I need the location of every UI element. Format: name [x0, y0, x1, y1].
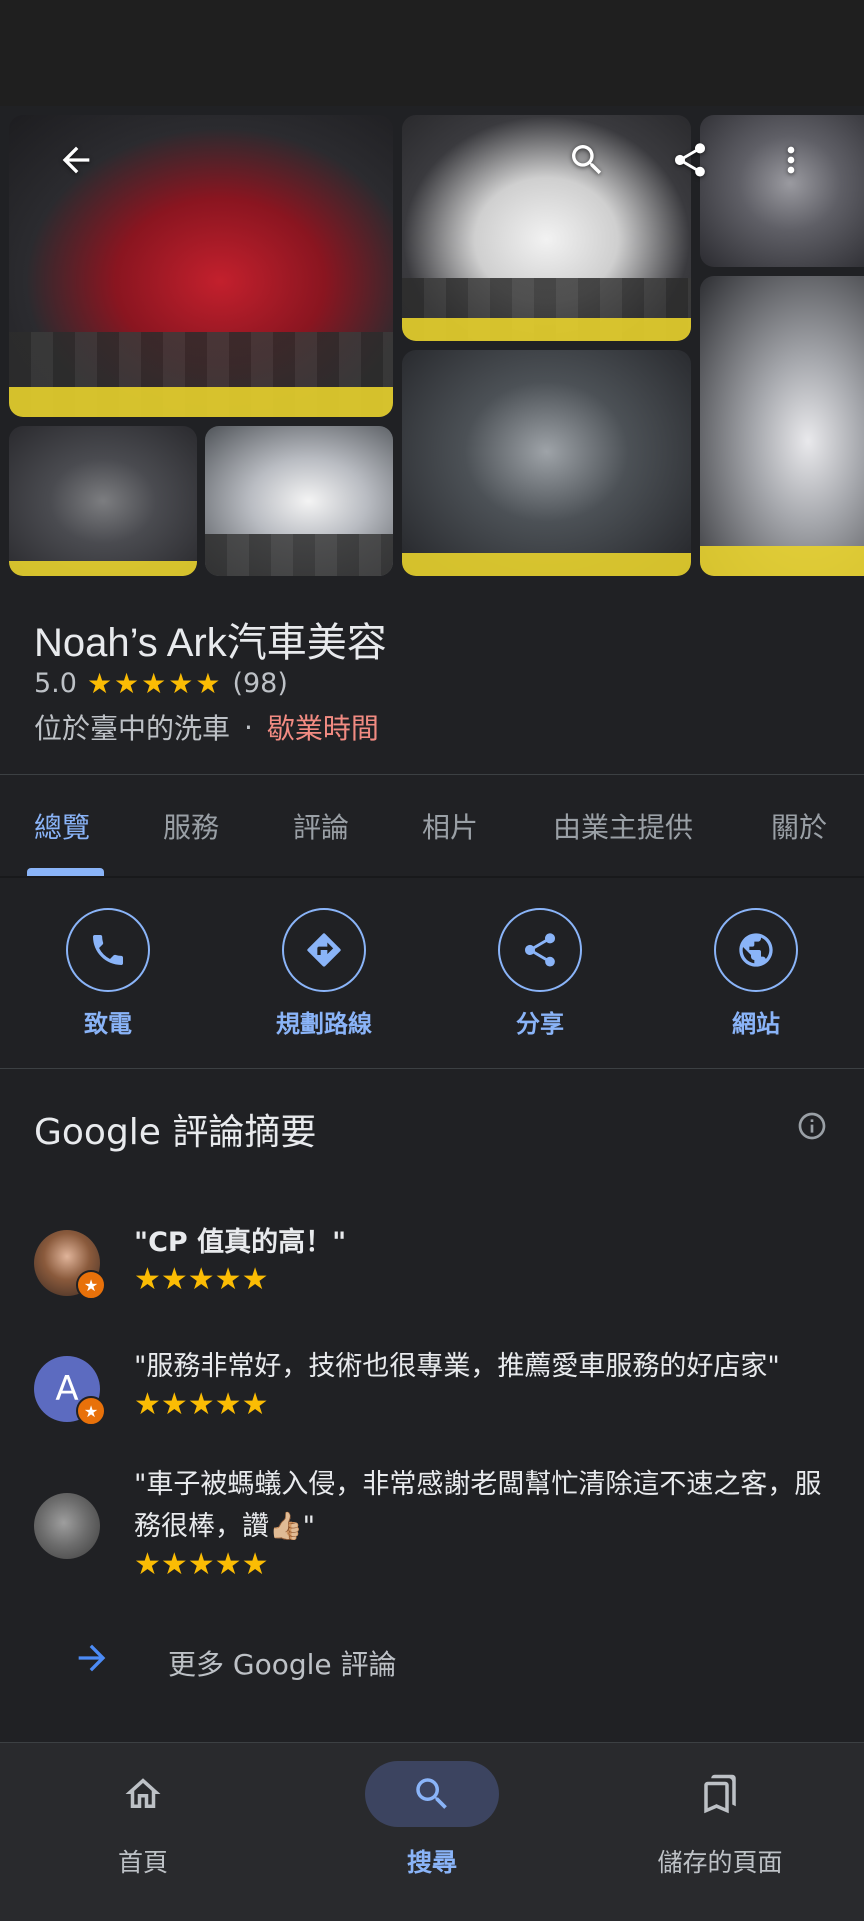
directions-circle: [282, 908, 366, 992]
more-reviews-link[interactable]: 更多 Google 評論: [168, 1643, 397, 1683]
photo-white-suv[interactable]: [700, 276, 864, 576]
photo-gray-sedan[interactable]: [9, 426, 197, 576]
website-label: 網站: [732, 1010, 780, 1038]
share-icon: [674, 143, 706, 177]
review-stars: ★★★★★: [134, 1387, 269, 1422]
tab-reviews[interactable]: 評論: [293, 806, 349, 846]
category-row: 位於臺中的洗車 · 歇業時間: [34, 707, 379, 747]
tab-indicator: [27, 868, 104, 876]
nav-home-label: 首頁: [117, 1848, 168, 1877]
avatar: [34, 1493, 100, 1559]
rating-value: 5.0: [34, 668, 77, 699]
more-options-button[interactable]: [763, 132, 819, 188]
nav-home[interactable]: 首頁: [43, 1761, 243, 1879]
local-guide-badge-icon: ★: [76, 1270, 106, 1300]
place-category: 位於臺中的洗車: [34, 712, 231, 745]
bookmarks-icon: [704, 1774, 736, 1814]
divider: [0, 876, 864, 878]
avatar-photo: [34, 1493, 100, 1559]
nav-search-pill: [365, 1761, 499, 1827]
search-icon: [416, 1778, 447, 1809]
rating-row[interactable]: 5.0 ★★★★★ (98): [34, 667, 288, 700]
more-reviews-arrow[interactable]: [72, 1638, 112, 1678]
share-circle: [498, 908, 582, 992]
tab-about[interactable]: 關於: [771, 806, 827, 846]
more-vert-icon: [787, 146, 795, 174]
photo-gallery[interactable]: [0, 106, 864, 576]
avatar: ★: [34, 1230, 106, 1300]
search-button[interactable]: [559, 132, 615, 188]
divider: [0, 774, 864, 775]
back-button[interactable]: [48, 132, 104, 188]
search-icon: [572, 145, 602, 175]
share-button[interactable]: [662, 132, 718, 188]
local-guide-badge-icon: ★: [76, 1396, 106, 1426]
tab-services[interactable]: 服務: [163, 806, 219, 846]
photo-white-sedan[interactable]: [205, 426, 393, 576]
review-stars: ★★★★★: [134, 1547, 269, 1582]
phone-icon: [93, 935, 123, 965]
action-buttons: 致電 規劃路線 分享 網站: [0, 908, 864, 1038]
review-quote: "服務非常好，技術也很專業，推薦愛車服務的好店家": [134, 1351, 780, 1382]
rating-stars: ★★★★★: [86, 667, 223, 700]
share-label: 分享: [516, 1010, 564, 1038]
hours-link[interactable]: 歇業時間: [267, 707, 379, 747]
arrow-left-icon: [62, 146, 90, 174]
nav-saved[interactable]: 儲存的頁面: [620, 1761, 820, 1879]
review-stars: ★★★★★: [134, 1262, 269, 1297]
home-icon: [125, 1778, 161, 1808]
nav-saved-label: 儲存的頁面: [657, 1848, 783, 1877]
photo-white-coupe[interactable]: [402, 115, 691, 341]
call-label: 致電: [84, 1010, 132, 1038]
info-button[interactable]: [796, 1110, 834, 1148]
share-icon: [524, 933, 556, 967]
bottom-navigation: 首頁 搜尋 儲存的頁面: [0, 1742, 864, 1921]
avatar: A ★: [34, 1356, 106, 1426]
place-name: Noah’s Ark汽車美容: [34, 621, 387, 665]
photo-engine-bay[interactable]: [402, 350, 691, 576]
share-action-button[interactable]: 分享: [460, 908, 620, 1039]
nav-search-label: 搜尋: [406, 1848, 457, 1877]
tab-photos[interactable]: 相片: [422, 806, 478, 846]
separator-dot: ·: [244, 710, 253, 744]
nav-saved-pill: [653, 1761, 787, 1827]
review-summary-title: Google 評論摘要: [34, 1112, 317, 1153]
directions-label: 規劃路線: [276, 1010, 372, 1038]
tab-from-owner[interactable]: 由業主提供: [553, 806, 693, 846]
tab-overview[interactable]: 總覽: [34, 806, 90, 846]
directions-button[interactable]: 規劃路線: [244, 908, 404, 1039]
review-count: (98): [232, 668, 288, 699]
review-quote: "車子被螞蟻入侵，非常感謝老闆幫忙清除這不速之客，服務很棒，讚👍🏼": [134, 1469, 822, 1542]
directions-icon: [307, 933, 341, 967]
review-quote: "CP 值真的高！": [134, 1227, 347, 1258]
website-circle: [714, 908, 798, 992]
call-circle: [66, 908, 150, 992]
info-icon: [798, 1112, 826, 1140]
website-button[interactable]: 網站: [676, 908, 836, 1039]
call-button[interactable]: 致電: [28, 908, 188, 1039]
status-bar: [0, 0, 864, 106]
globe-icon: [739, 933, 773, 967]
tab-bar: 總覽 服務 評論 相片 由業主提供 關於: [0, 776, 864, 876]
arrow-right-icon: [78, 1644, 106, 1672]
divider: [0, 1068, 864, 1069]
nav-search[interactable]: 搜尋: [332, 1761, 532, 1879]
nav-home-pill: [76, 1761, 210, 1827]
